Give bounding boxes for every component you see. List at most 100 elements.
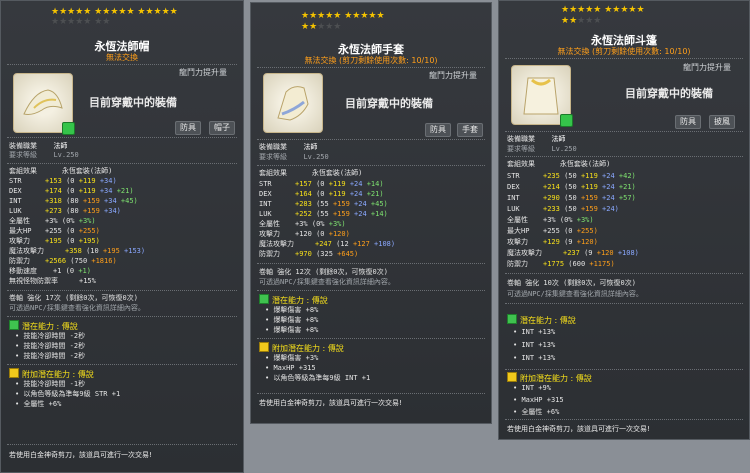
item-tooltip-hat: ★★★★★ ★★★★★ ★★★★★ ★★★★★ ★★ 永恆法師帽 無法交換 龍鬥…: [0, 0, 244, 473]
star-force-row-2: ★★★★★ ★★: [51, 17, 111, 27]
currently-equipped-label: 目前穿戴中的裝備: [89, 96, 177, 109]
potential-line: • 技能冷卻時間 -2秒: [15, 352, 86, 360]
additional-potential-badge-icon: [9, 368, 19, 378]
additional-potential-badge-icon: [507, 372, 517, 382]
additional-potential-line: • 以角色等級為準每9級 STR +1: [15, 390, 121, 398]
divider: [7, 444, 237, 445]
divider: [257, 67, 485, 68]
stat-row: 防禦力 +1775 (600 +1175): [507, 260, 615, 268]
additional-potential-line: • 爆擊傷害 +3%: [265, 354, 319, 362]
slot-chip: 手套: [457, 123, 483, 137]
additional-potential-line: • MaxHP +315: [265, 364, 316, 372]
potential-header: 潛在能力 : 傳說: [9, 320, 78, 332]
job-row: 裝備職業 法師: [9, 142, 68, 150]
stat-row: INT +283 (55 +159 +24 +45): [259, 200, 388, 208]
star-force-row-2: ★★★★★: [301, 22, 342, 32]
stat-row: STR +153 (0 +119 +34): [9, 177, 117, 185]
additional-potential-line: • INT +9%: [513, 384, 551, 392]
job-row: 裝備職業 法師: [259, 143, 318, 151]
additional-potential-line: • MaxHP +315: [513, 396, 564, 404]
no-trade-label: 無法交換 (剪刀剩餘使用次數: 10/10): [557, 47, 691, 56]
scroll-info-hint: 可透過NPC/採集鍵查看強化資訊詳細內容。: [507, 290, 643, 298]
potential-header: 潛在能力 : 傳說: [507, 314, 576, 326]
stat-row: 防禦力 +2566 (750 +1816): [9, 257, 117, 265]
currently-equipped-label: 目前穿戴中的裝備: [345, 97, 433, 110]
additional-potential-header: 附加潛在能力 : 傳說: [9, 368, 94, 380]
scroll-upgrade-row: 卷軸 強化 17次 (剩餘0次，可恢復0次): [9, 294, 138, 302]
stat-row: STR +235 (50 +119 +24 +42): [507, 172, 636, 180]
stat-row: 攻擊力 +195 (0 +195): [9, 237, 100, 245]
stat-row: 魔法攻擊力 +237 (9 +120 +108): [507, 249, 639, 257]
potential-badge-icon: [9, 320, 19, 330]
potential-line: • 技能冷卻時間 -2秒: [15, 332, 86, 340]
hat-icon: [13, 73, 75, 135]
divider: [505, 273, 743, 274]
divider: [505, 58, 743, 59]
divider: [257, 263, 485, 264]
combat-power-label: 龍鬥力提升量: [179, 68, 227, 77]
potential-line: • INT +13%: [513, 328, 556, 336]
potential-line: • INT +13%: [513, 354, 556, 362]
potential-line: • 技能冷卻時間 -2秒: [15, 342, 86, 350]
additional-potential-line: • 全屬性 +6%: [513, 408, 560, 416]
potential-header: 潛在能力 : 傳說: [259, 294, 328, 306]
combat-power-label: 龍鬥力提升量: [429, 71, 477, 80]
stat-row: 移動速度 +1 (0 +1): [9, 267, 91, 275]
no-trade-label: 無法交換: [106, 53, 138, 62]
lock-icon: [560, 114, 573, 127]
potential-line: • 爆擊傷害 +8%: [265, 306, 319, 314]
divider: [257, 165, 485, 166]
divider: [7, 364, 237, 365]
scissors-notice: 若使用白金神奇剪刀，該道具可進行一次交易!: [259, 399, 402, 407]
additional-potential-badge-icon: [259, 342, 269, 352]
required-level-row: 要求等級 Lv.250: [9, 151, 79, 159]
stat-row: DEX +164 (0 +119 +24 +21): [259, 190, 384, 198]
stat-row: DEX +214 (50 +119 +24 +21): [507, 183, 636, 191]
stat-row: LUK +233 (50 +159 +24): [507, 205, 619, 213]
currently-equipped-label: 目前穿戴中的裝備: [625, 87, 713, 100]
stat-row: 最大HP +255 (0 +255): [9, 227, 100, 235]
scroll-upgrade-row: 卷軸 強化 12次 (剩餘0次，可恢復0次): [259, 268, 388, 276]
category-chip: 防具: [675, 115, 701, 129]
divider: [505, 303, 743, 304]
scroll-info-hint: 可透過NPC/採集鍵查看強化資訊詳細內容。: [259, 278, 395, 286]
additional-potential-line: • 全屬性 +6%: [15, 400, 62, 408]
divider: [505, 131, 743, 132]
star-force-row-1: ★★★★★ ★★★★★: [301, 11, 385, 21]
additional-potential-header: 附加潛在能力 : 傳說: [507, 372, 592, 384]
stat-row: LUK +273 (80 +159 +34): [9, 207, 121, 215]
stat-row: 最大HP +255 (0 +255): [507, 227, 598, 235]
set-effect-row: 套組效果 永恆套裝(法師): [507, 160, 611, 168]
potential-line: • INT +13%: [513, 341, 556, 349]
potential-line: • 爆擊傷害 +8%: [265, 326, 319, 334]
stat-row: 攻擊力 +120 (0 +120): [259, 230, 350, 238]
category-chip: 防具: [175, 121, 201, 135]
slot-chip: 披風: [709, 115, 735, 129]
stat-row: INT +290 (50 +159 +24 +57): [507, 194, 636, 202]
job-row: 裝備職業 法師: [507, 135, 566, 143]
no-trade-label: 無法交換 (剪刀剩餘使用次數: 10/10): [304, 56, 438, 65]
star-force-row-2: ★★★★★: [561, 16, 602, 26]
set-effect-row: 套組效果 永恆套裝(法師): [9, 167, 113, 175]
cape-icon: [511, 65, 573, 127]
scissors-notice: 若使用白金神奇剪刀，該道具可進行一次交易!: [507, 425, 650, 433]
potential-badge-icon: [507, 314, 517, 324]
stat-row: 魔法攻擊力 +358 (10 +195 +153): [9, 247, 146, 255]
item-tooltip-gloves: ★★★★★ ★★★★★ ★★★★★ 永恆法師手套 無法交換 (剪刀剩餘使用次數:…: [250, 2, 492, 424]
gloves-icon: [263, 73, 323, 133]
divider: [257, 290, 485, 291]
slot-chip: 帽子: [209, 121, 235, 135]
stat-row: 魔法攻擊力 +247 (12 +127 +108): [259, 240, 396, 248]
additional-potential-header: 附加潛在能力 : 傳說: [259, 342, 344, 354]
divider: [505, 156, 743, 157]
stat-row: LUK +252 (55 +159 +24 +14): [259, 210, 388, 218]
scroll-upgrade-row: 卷軸 強化 10次 (剩餘0次，可恢復0次): [507, 279, 636, 287]
stat-row: 無視怪物防禦率 +15%: [9, 277, 96, 285]
divider: [7, 290, 237, 291]
divider: [7, 137, 237, 138]
stat-row: 全屬性 +3% (0% +3%): [259, 220, 346, 228]
star-force-row-1: ★★★★★ ★★★★★ ★★★★★: [51, 7, 178, 17]
scissors-notice: 若使用白金神奇剪刀，該道具可進行一次交易!: [9, 451, 152, 459]
divider: [257, 139, 485, 140]
stat-row: 攻擊力 +129 (9 +120): [507, 238, 598, 246]
